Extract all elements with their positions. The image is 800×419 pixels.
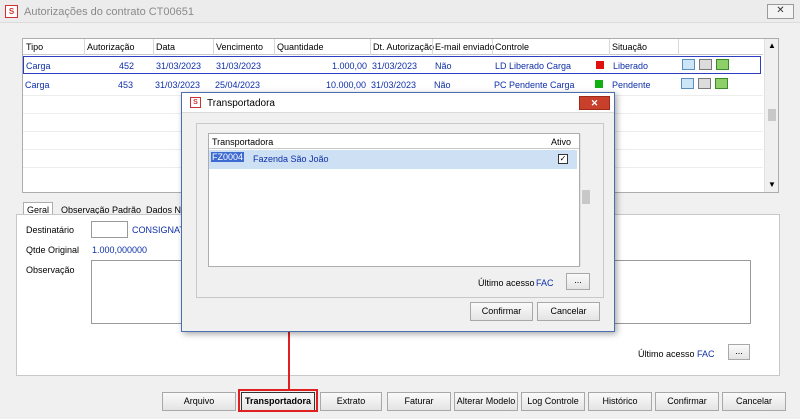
print-icon[interactable] bbox=[699, 59, 712, 70]
destinatario-code-field[interactable] bbox=[91, 221, 128, 238]
cell-data: 31/03/2023 bbox=[155, 80, 201, 90]
status-color-red bbox=[596, 61, 604, 69]
email-icon[interactable] bbox=[681, 78, 694, 89]
cancelar-button[interactable]: Cancelar bbox=[722, 392, 786, 411]
transportadora-highlight bbox=[238, 389, 318, 412]
ultimo-acesso-more-button[interactable]: ... bbox=[728, 344, 750, 360]
dialog-close-button[interactable]: ✕ bbox=[579, 96, 610, 110]
transportadora-code: FZ0004 bbox=[211, 152, 245, 162]
col-tipo[interactable]: Tipo bbox=[26, 42, 43, 52]
cell-vencimento: 31/03/2023 bbox=[216, 61, 262, 71]
cell-email: Não bbox=[434, 80, 451, 90]
col-data[interactable]: Data bbox=[156, 42, 175, 52]
col-autorizacao[interactable]: Autorização bbox=[87, 42, 135, 52]
scroll-up-icon[interactable]: ▲ bbox=[768, 41, 776, 50]
dialog-grid-scrollbar[interactable] bbox=[580, 134, 590, 266]
extrato-button[interactable]: Extrato bbox=[320, 392, 382, 411]
dialog-confirmar-button[interactable]: Confirmar bbox=[470, 302, 533, 321]
col-dt-autorizacao[interactable]: Dt. Autorização bbox=[373, 42, 434, 52]
dialog-more-button[interactable]: ... bbox=[566, 273, 590, 290]
alterar-modelo-button[interactable]: Alterar Modelo bbox=[454, 392, 518, 411]
ativo-checkbox[interactable]: ✓ bbox=[558, 154, 568, 164]
ultimo-acesso-label: Último acesso bbox=[638, 349, 695, 359]
cell-tipo: Carga bbox=[26, 61, 51, 71]
cell-situacao: Pendente bbox=[612, 80, 651, 90]
transportadora-name: Fazenda São João bbox=[253, 154, 329, 164]
cell-quantidade: 1.000,00 bbox=[332, 61, 368, 71]
col-situacao[interactable]: Situação bbox=[612, 42, 647, 52]
observacao-label: Observação bbox=[26, 265, 75, 275]
dialog-cancelar-button[interactable]: Cancelar bbox=[537, 302, 600, 321]
cell-autorizacao: 452 bbox=[119, 61, 135, 71]
cell-situacao: Liberado bbox=[613, 61, 649, 71]
qtde-original-value: 1.000,000000 bbox=[92, 245, 148, 255]
col-ativo[interactable]: Ativo bbox=[551, 137, 571, 147]
cell-controle: PC Pendente Carga bbox=[494, 80, 575, 90]
grid-scrollbar[interactable]: ▲ ▼ bbox=[764, 39, 778, 192]
cell-dt-autorizacao: 31/03/2023 bbox=[372, 61, 418, 71]
cell-autorizacao: 453 bbox=[118, 80, 134, 90]
dialog-grid-header: Transportadora Ativo bbox=[209, 134, 579, 149]
col-controle[interactable]: Controle bbox=[495, 42, 529, 52]
confirmar-button[interactable]: Confirmar bbox=[655, 392, 719, 411]
grid-header: Tipo Autorização Data Vencimento Quantid… bbox=[23, 39, 763, 55]
log-controle-button[interactable]: Log Controle bbox=[521, 392, 585, 411]
cell-controle: LD Liberado Carga bbox=[495, 61, 572, 71]
col-transportadora[interactable]: Transportadora bbox=[212, 137, 273, 147]
transportadora-grid: Transportadora Ativo FZ0004 Fazenda São … bbox=[208, 133, 590, 267]
app-icon: S bbox=[5, 5, 18, 18]
export-icon[interactable] bbox=[715, 78, 728, 89]
window-title: Autorizações do contrato CT00651 bbox=[24, 6, 194, 18]
cell-email: Não bbox=[435, 61, 452, 71]
col-email[interactable]: E-mail enviado bbox=[435, 42, 495, 52]
col-quantidade[interactable]: Quantidade bbox=[277, 42, 324, 52]
scroll-thumb[interactable] bbox=[768, 109, 776, 121]
print-icon[interactable] bbox=[698, 78, 711, 89]
window-close-button[interactable]: ✕ bbox=[767, 4, 794, 19]
cell-tipo: Carga bbox=[25, 80, 50, 90]
status-color-green bbox=[595, 80, 603, 88]
email-icon[interactable] bbox=[682, 59, 695, 70]
dialog-title: Transportadora bbox=[207, 98, 275, 109]
scroll-down-icon[interactable]: ▼ bbox=[768, 180, 776, 189]
arquivo-button[interactable]: Arquivo bbox=[162, 392, 236, 411]
dialog-app-icon: S bbox=[190, 97, 201, 108]
faturar-button[interactable]: Faturar bbox=[387, 392, 451, 411]
col-vencimento[interactable]: Vencimento bbox=[216, 42, 263, 52]
dialog-ultimo-acesso-value: FAC bbox=[536, 278, 554, 288]
cell-dt-autorizacao: 31/03/2023 bbox=[371, 80, 417, 90]
dialog-ultimo-acesso-label: Último acesso bbox=[478, 278, 535, 288]
destinatario-label: Destinatário bbox=[26, 225, 75, 235]
dialog-scroll-thumb[interactable] bbox=[582, 190, 590, 204]
cell-vencimento: 25/04/2023 bbox=[215, 80, 261, 90]
cell-data: 31/03/2023 bbox=[156, 61, 202, 71]
export-icon[interactable] bbox=[716, 59, 729, 70]
cell-quantidade: 10.000,00 bbox=[326, 80, 367, 90]
table-row[interactable]: FZ0004 Fazenda São João ✓ bbox=[209, 150, 577, 169]
historico-button[interactable]: Histórico bbox=[588, 392, 652, 411]
ultimo-acesso-value: FAC bbox=[697, 349, 715, 359]
qtde-original-label: Qtde Original bbox=[26, 245, 80, 255]
transportadora-dialog: S Transportadora ✕ Transportadora Ativo … bbox=[181, 92, 615, 332]
table-row[interactable]: Carga 452 31/03/2023 31/03/2023 1.000,00… bbox=[23, 56, 761, 74]
